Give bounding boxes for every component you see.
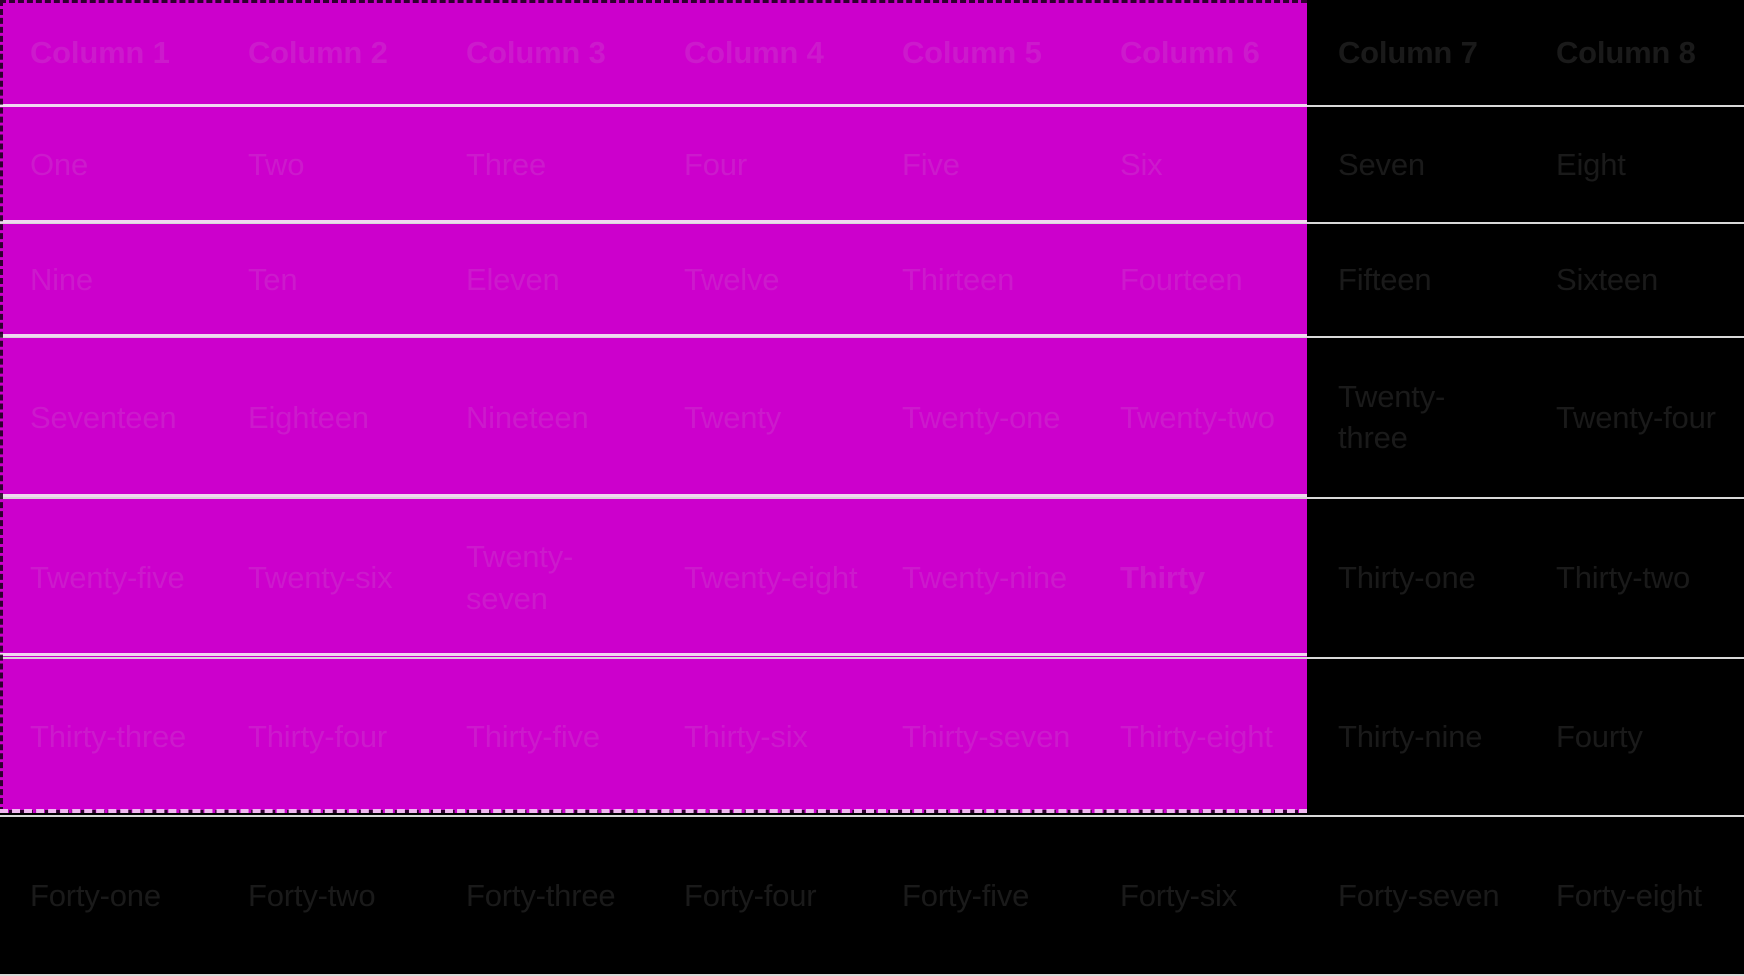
table-cell[interactable]: Forty-seven [1308,816,1526,976]
table-cell[interactable]: Thirty-five [436,657,654,818]
table-cell[interactable]: Nine [0,222,218,339]
table-header-row: Column 1 Column 2 Column 3 Column 4 Colu… [0,0,1744,107]
table-row[interactable]: Thirty-three Thirty-four Thirty-five Thi… [0,657,1744,818]
table-cell[interactable]: Sixteen [1526,222,1744,339]
table-cell[interactable]: Forty-eight [1526,816,1744,976]
screen: Column 1 Column 2 Column 3 Column 4 Colu… [0,0,1744,976]
table-cell[interactable]: Nineteen [436,337,654,499]
column-header-1[interactable]: Column 1 [0,0,218,107]
column-header-2[interactable]: Column 2 [218,0,436,107]
table-cell[interactable]: Thirty [1090,497,1308,659]
table-cell[interactable]: Thirteen [872,222,1090,339]
table-cell[interactable]: Two [218,106,436,224]
table-cell[interactable]: Thirty-four [218,657,436,818]
table-cell[interactable]: Eighteen [218,337,436,499]
table-cell[interactable]: Seven [1308,106,1526,224]
table-cell[interactable]: Thirty-two [1526,497,1744,659]
data-table-container: Column 1 Column 2 Column 3 Column 4 Colu… [0,0,1744,976]
table-cell[interactable]: Twenty [654,337,872,499]
table-body: One Two Three Four Five Six Seven Eight … [0,106,1744,976]
table-row[interactable]: One Two Three Four Five Six Seven Eight [0,106,1744,224]
column-header-5[interactable]: Column 5 [872,0,1090,107]
table-row[interactable]: Seventeen Eighteen Nineteen Twenty Twent… [0,337,1744,499]
table-cell[interactable]: Twenty-six [218,497,436,659]
table-cell[interactable]: Seventeen [0,337,218,499]
table-cell[interactable]: Twelve [654,222,872,339]
table-cell[interactable]: Fifteen [1308,222,1526,339]
table-cell[interactable]: Twenty-five [0,497,218,659]
table-cell[interactable]: Forty-five [872,816,1090,976]
column-header-6[interactable]: Column 6 [1090,0,1308,107]
table-row[interactable]: Twenty-five Twenty-six Twenty-seven Twen… [0,497,1744,659]
table-cell[interactable]: Forty-three [436,816,654,976]
table-cell[interactable]: Twenty-one [872,337,1090,499]
table-row[interactable]: Forty-one Forty-two Forty-three Forty-fo… [0,816,1744,976]
table-cell[interactable]: Forty-four [654,816,872,976]
column-header-4[interactable]: Column 4 [654,0,872,107]
table-cell[interactable]: Twenty-four [1526,337,1744,499]
table-cell[interactable]: Eleven [436,222,654,339]
column-header-7[interactable]: Column 7 [1308,0,1526,107]
table-cell[interactable]: Ten [218,222,436,339]
table-cell[interactable]: Twenty-three [1308,337,1526,499]
table-cell[interactable]: Four [654,106,872,224]
table-cell[interactable]: Thirty-eight [1090,657,1308,818]
table-cell[interactable]: Six [1090,106,1308,224]
table-cell[interactable]: Thirty-one [1308,497,1526,659]
table-cell[interactable]: Five [872,106,1090,224]
table-cell[interactable]: Thirty-seven [872,657,1090,818]
table-cell[interactable]: Thirty-six [654,657,872,818]
table-cell[interactable]: Twenty-nine [872,497,1090,659]
data-table: Column 1 Column 2 Column 3 Column 4 Colu… [0,0,1744,976]
table-cell[interactable]: Forty-two [218,816,436,976]
table-header: Column 1 Column 2 Column 3 Column 4 Colu… [0,0,1744,107]
table-cell[interactable]: Eight [1526,106,1744,224]
table-cell[interactable]: Fourty [1526,657,1744,818]
column-header-3[interactable]: Column 3 [436,0,654,107]
table-row[interactable]: Nine Ten Eleven Twelve Thirteen Fourteen… [0,222,1744,339]
table-cell[interactable]: Forty-six [1090,816,1308,976]
table-cell[interactable]: Fourteen [1090,222,1308,339]
table-cell[interactable]: Twenty-seven [436,497,654,659]
table-cell[interactable]: Thirty-nine [1308,657,1526,818]
table-cell[interactable]: Twenty-eight [654,497,872,659]
table-cell[interactable]: Thirty-three [0,657,218,818]
table-cell[interactable]: Forty-one [0,816,218,976]
table-cell[interactable]: Three [436,106,654,224]
column-header-8[interactable]: Column 8 [1526,0,1744,107]
table-cell[interactable]: One [0,106,218,224]
table-cell[interactable]: Twenty-two [1090,337,1308,499]
